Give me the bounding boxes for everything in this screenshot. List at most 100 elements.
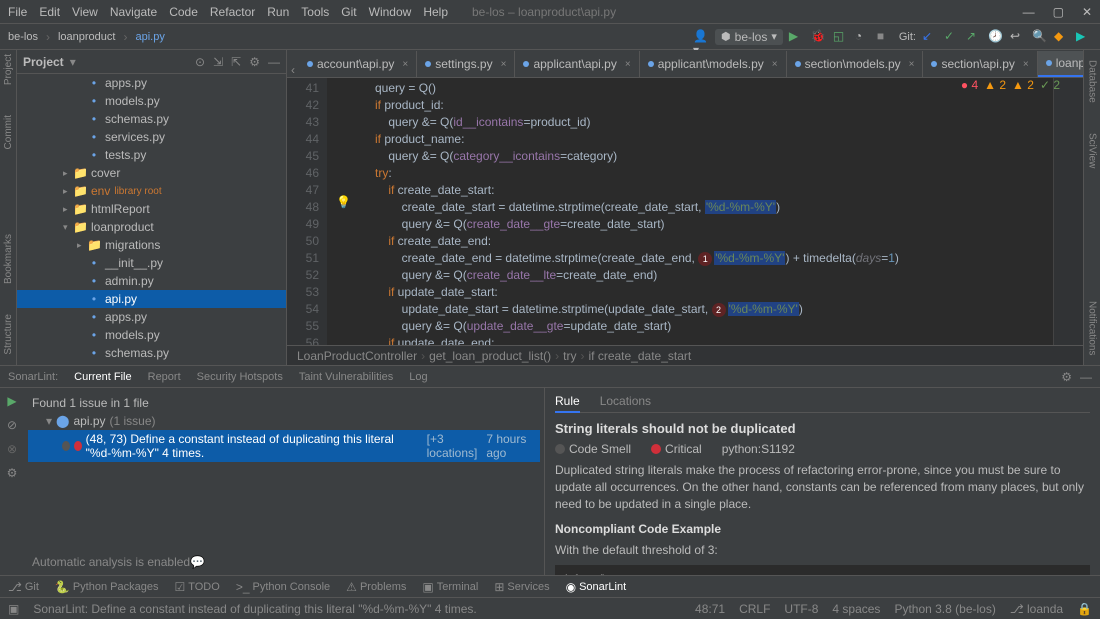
git-commit-icon[interactable]: ✓ (944, 29, 960, 45)
expand-all-icon[interactable]: ⇲ (213, 55, 223, 69)
minimize-icon[interactable]: — (1023, 5, 1035, 19)
status-icon[interactable]: ▣ (8, 602, 19, 616)
tree-item[interactable]: •apps.py (17, 74, 286, 92)
tool-python-packages[interactable]: 🐍 Python Packages (55, 580, 159, 594)
git-update-icon[interactable]: ↙ (922, 29, 938, 45)
stripe-notifications[interactable]: Notifications (1087, 301, 1098, 355)
tool-python-console[interactable]: >_ Python Console (236, 580, 330, 594)
tree-item[interactable]: ▸📁htmlReport (17, 200, 286, 218)
editor-tab[interactable]: applicant\models.py× (640, 51, 787, 77)
tree-item[interactable]: •schemas.py (17, 110, 286, 128)
git-rollback-icon[interactable]: ↩ (1010, 29, 1026, 45)
close-tab-icon[interactable]: × (402, 59, 408, 70)
tool-terminal[interactable]: ▣ Terminal (422, 580, 478, 594)
sonarlint-tab[interactable]: Current File (74, 371, 131, 383)
editor-tab[interactable]: loanproduct\api.py× (1038, 51, 1083, 77)
git-push-icon[interactable]: ↗ (966, 29, 982, 45)
inspection-badge[interactable]: ✓ 2 (1040, 78, 1060, 92)
menu-view[interactable]: View (72, 5, 98, 19)
code-crumb[interactable]: if create_date_start (589, 349, 692, 363)
status-encoding[interactable]: UTF-8 (784, 602, 818, 616)
stripe-structure[interactable]: Structure (3, 314, 14, 355)
cancel-icon[interactable]: ⊗ (7, 442, 17, 456)
issue-file[interactable]: api.py (73, 414, 105, 428)
close-tab-icon[interactable]: × (909, 59, 915, 70)
tree-item[interactable]: •apps.py (17, 308, 286, 326)
menu-file[interactable]: File (8, 5, 27, 19)
debug-icon[interactable]: 🐞 (811, 29, 827, 45)
tree-item[interactable]: ▾📁loanproduct (17, 218, 286, 236)
editor-tab[interactable]: settings.py× (417, 51, 515, 77)
editor-tab[interactable]: section\api.py× (923, 51, 1037, 77)
coverage-icon[interactable]: ◱ (833, 29, 849, 45)
tree-item[interactable]: ▸📁envlibrary root (17, 182, 286, 200)
menu-tools[interactable]: Tools (301, 5, 329, 19)
stripe-commit[interactable]: Commit (3, 115, 14, 149)
code-editor[interactable]: query = Q() if product_id: query &= Q(id… (327, 78, 1053, 345)
code-crumb[interactable]: LoanProductController (297, 349, 417, 363)
tree-item[interactable]: •tests.py (17, 146, 286, 164)
status-branch[interactable]: ⎇ loanda (1010, 602, 1063, 616)
stripe-project[interactable]: Project (3, 54, 14, 85)
status-position[interactable]: 48:71 (695, 602, 725, 616)
issue-locations[interactable]: [+3 locations] (427, 432, 483, 460)
tree-item[interactable]: •__init__.py (17, 254, 286, 272)
run-config-select[interactable]: ⬢ be-los ▾ (715, 29, 783, 45)
intention-bulb-icon[interactable]: 💡 (336, 195, 351, 209)
close-icon[interactable]: ✕ (1082, 5, 1092, 19)
status-python[interactable]: Python 3.8 (be-los) (894, 602, 995, 616)
gear-icon[interactable]: ⚙ (249, 55, 260, 69)
sonarlint-tab[interactable]: Log (409, 371, 427, 383)
sonarlint-tab[interactable]: Security Hotspots (197, 371, 283, 383)
tree-item[interactable]: ▸📁migrations (17, 236, 286, 254)
code-crumb[interactable]: try (563, 349, 576, 363)
locations-tab[interactable]: Locations (600, 394, 651, 408)
tree-item[interactable]: •models.py (17, 92, 286, 110)
menu-git[interactable]: Git (341, 5, 356, 19)
chat-icon[interactable]: 💬 (190, 555, 205, 569)
panel-hide-icon[interactable]: — (1080, 370, 1092, 384)
tool-services[interactable]: ⊞ Services (494, 580, 549, 594)
menu-code[interactable]: Code (169, 5, 198, 19)
menu-window[interactable]: Window (369, 5, 412, 19)
users-icon[interactable]: 👤▾ (693, 29, 709, 45)
menu-refactor[interactable]: Refactor (210, 5, 255, 19)
editor-tab[interactable]: applicant\api.py× (515, 51, 639, 77)
code-crumb[interactable]: get_loan_product_list() (429, 349, 551, 363)
close-tab-icon[interactable]: × (772, 59, 778, 70)
crumb-0[interactable]: be-los (8, 31, 38, 43)
menu-navigate[interactable]: Navigate (110, 5, 157, 19)
tree-item[interactable]: ▸📁cover (17, 164, 286, 182)
select-opened-icon[interactable]: ⊙ (195, 55, 205, 69)
menu-help[interactable]: Help (423, 5, 448, 19)
inspection-badge[interactable]: ▲ 2 (1012, 78, 1034, 92)
tree-item[interactable]: •models.py (17, 326, 286, 344)
tree-item[interactable]: •schemas.py (17, 344, 286, 362)
search-icon[interactable]: 🔍 (1032, 29, 1048, 45)
hide-icon[interactable]: — (268, 55, 280, 69)
tree-item[interactable]: •admin.py (17, 272, 286, 290)
crumb-1[interactable]: loanproduct (58, 31, 116, 43)
sonarlint-tab[interactable]: Taint Vulnerabilities (299, 371, 393, 383)
menu-edit[interactable]: Edit (39, 5, 60, 19)
issue-text[interactable]: (48, 73) Define a constant instead of du… (86, 432, 423, 460)
stripe-sciview[interactable]: SciView (1087, 133, 1098, 168)
editor-tab[interactable]: account\api.py× (299, 51, 417, 77)
status-indent[interactable]: 4 spaces (832, 602, 880, 616)
profile-icon[interactable]: ◔ (855, 29, 871, 45)
stripe-database[interactable]: Database (1087, 60, 1098, 103)
analyze-icon[interactable]: ▶ (7, 394, 16, 408)
stop-icon[interactable]: ■ (877, 29, 893, 45)
toolbox-icon[interactable]: ▶ (1076, 29, 1092, 45)
rule-tab[interactable]: Rule (555, 394, 580, 413)
status-lock-icon[interactable]: 🔒 (1077, 602, 1092, 616)
inspection-badge[interactable]: ▲ 2 (984, 78, 1006, 92)
maximize-icon[interactable]: ▢ (1053, 5, 1064, 19)
tab-scroll-left[interactable]: ‹ (287, 63, 299, 77)
collapse-all-icon[interactable]: ⇱ (231, 55, 241, 69)
tool-git[interactable]: ⎇ Git (8, 580, 39, 594)
panel-gear-icon[interactable]: ⚙ (1061, 370, 1072, 384)
close-tab-icon[interactable]: × (1023, 59, 1029, 70)
editor-tab[interactable]: section\models.py× (787, 51, 924, 77)
tree-item[interactable]: •api.py (17, 290, 286, 308)
